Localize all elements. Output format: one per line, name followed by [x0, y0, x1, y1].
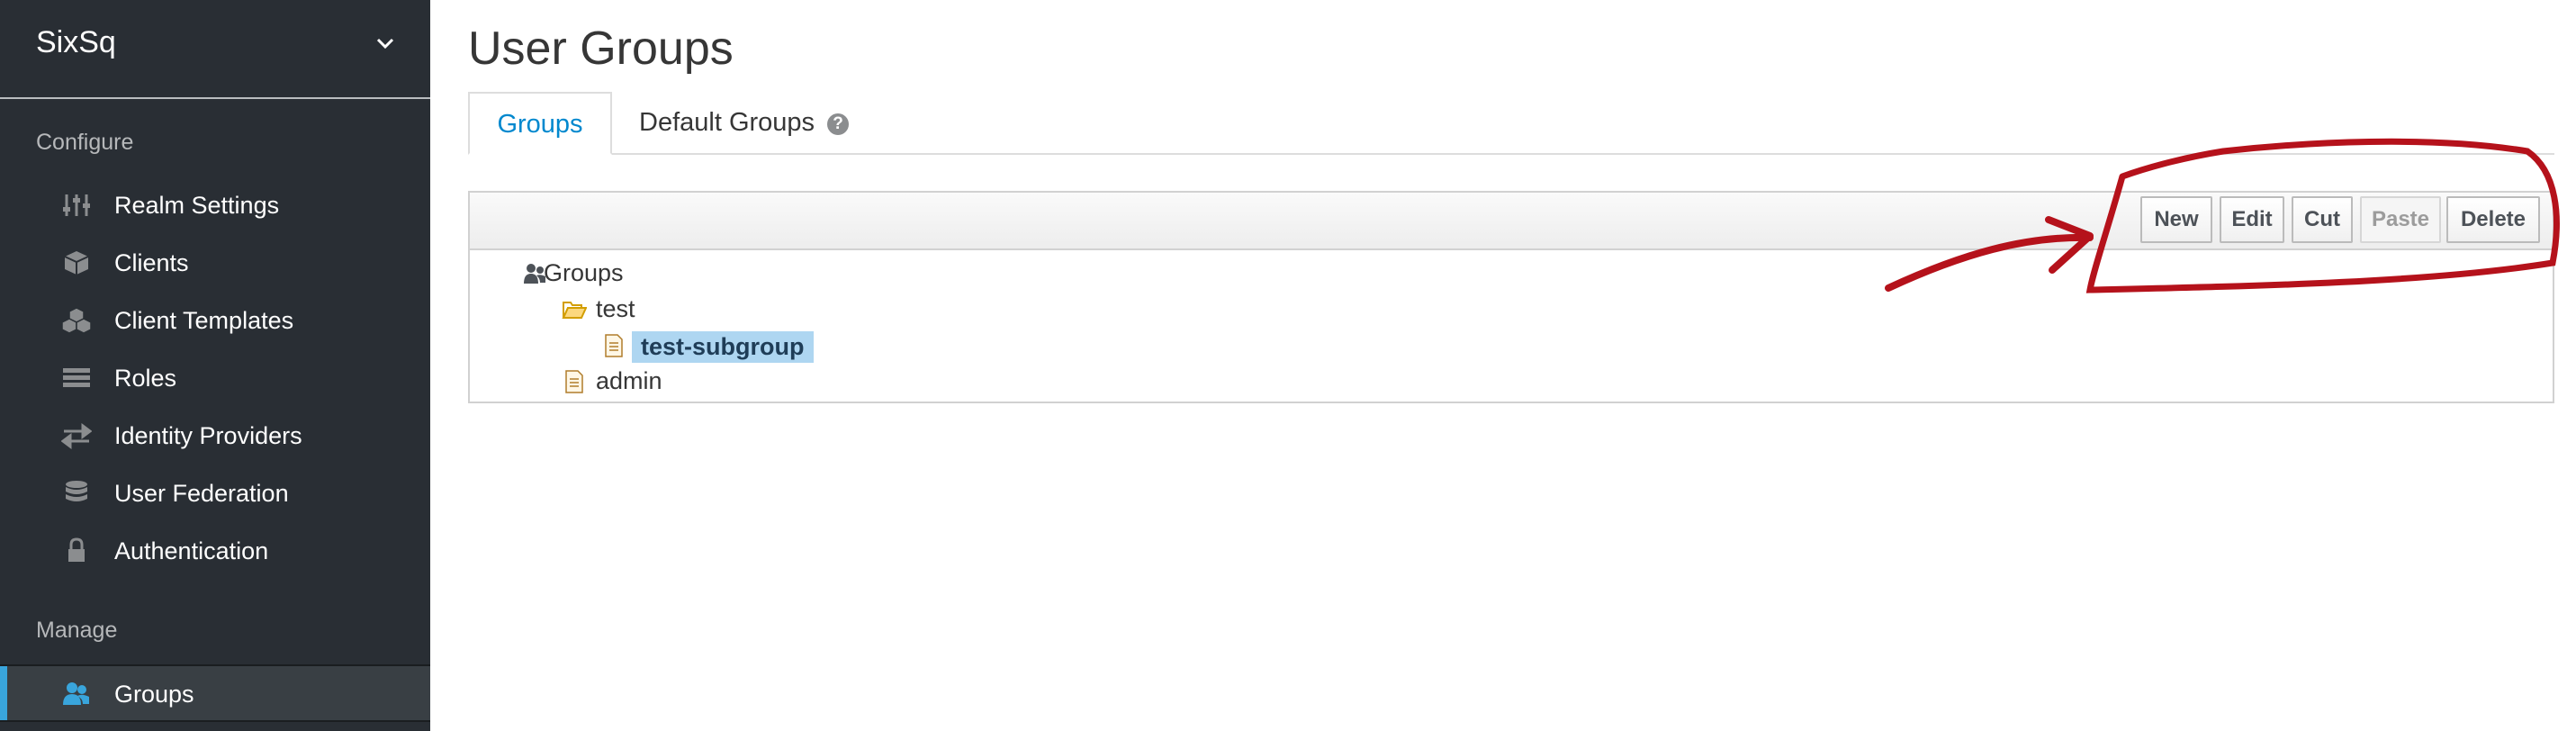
paste-button[interactable]: Paste — [2360, 196, 2441, 243]
lock-icon — [68, 537, 85, 562]
file-icon — [565, 370, 583, 393]
sidebar-item-client-templates[interactable]: Client Templates — [0, 293, 430, 347]
tree-toolbar: New Edit Cut Paste Delete — [470, 193, 2553, 250]
sliders-icon — [63, 194, 90, 216]
active-indicator — [0, 666, 7, 720]
chevron-down-icon — [376, 38, 394, 50]
sidebar-item-label: Identity Providers — [114, 422, 302, 449]
manage-heading: Manage — [36, 618, 118, 643]
sidebar-item-user-federation[interactable]: User Federation — [0, 466, 430, 520]
tree-node-label: admin — [596, 367, 662, 394]
sidebar-item-realm-settings[interactable]: Realm Settings — [0, 178, 430, 232]
tree-node-label: test-subgroup — [632, 331, 814, 363]
cube-icon — [64, 251, 89, 275]
help-icon[interactable]: ? — [827, 113, 850, 135]
exchange-icon — [61, 423, 92, 449]
tab-default-groups[interactable]: Default Groups ? — [639, 92, 850, 155]
file-icon — [605, 334, 623, 357]
sidebar-item-identity-providers[interactable]: Identity Providers — [0, 409, 430, 463]
sidebar-item-label: Groups — [114, 681, 194, 708]
sidebar-item-label: Client Templates — [114, 307, 294, 334]
tree-node-label: Groups — [544, 259, 624, 286]
sidebar-item-label: Authentication — [114, 537, 269, 564]
page-title: User Groups — [468, 23, 734, 75]
tab-label: Groups — [497, 110, 583, 139]
realm-selector[interactable]: SixSq — [0, 0, 430, 99]
tree-node-label: test — [596, 295, 635, 322]
tab-bar: Groups Default Groups ? — [468, 92, 2554, 155]
sidebar: SixSq Configure Realm Settings Clients C… — [0, 0, 430, 731]
new-button[interactable]: New — [2140, 196, 2212, 243]
sidebar-item-clients[interactable]: Clients — [0, 236, 430, 290]
users-icon — [63, 682, 89, 705]
sidebar-item-label: Realm Settings — [114, 192, 280, 219]
delete-button[interactable]: Delete — [2446, 196, 2540, 243]
database-icon — [66, 481, 87, 501]
sidebar-item-label: Clients — [114, 249, 189, 276]
tab-label: Default Groups — [639, 108, 815, 137]
sidebar-item-authentication[interactable]: Authentication — [0, 524, 430, 578]
sidebar-item-groups[interactable]: Groups — [0, 664, 430, 722]
realm-name: SixSq — [36, 25, 116, 59]
list-icon — [63, 368, 90, 387]
sidebar-item-label: Roles — [114, 365, 177, 392]
cut-button[interactable]: Cut — [2292, 196, 2353, 243]
folder-open-icon — [562, 302, 587, 319]
configure-heading: Configure — [36, 130, 134, 155]
cubes-icon — [61, 307, 92, 334]
tab-groups[interactable]: Groups — [468, 92, 612, 155]
sidebar-item-roles[interactable]: Roles — [0, 351, 430, 405]
edit-button[interactable]: Edit — [2220, 196, 2284, 243]
sidebar-item-label: User Federation — [114, 480, 289, 507]
groups-tree-panel: New Edit Cut Paste Delete Groups test te… — [468, 191, 2554, 403]
